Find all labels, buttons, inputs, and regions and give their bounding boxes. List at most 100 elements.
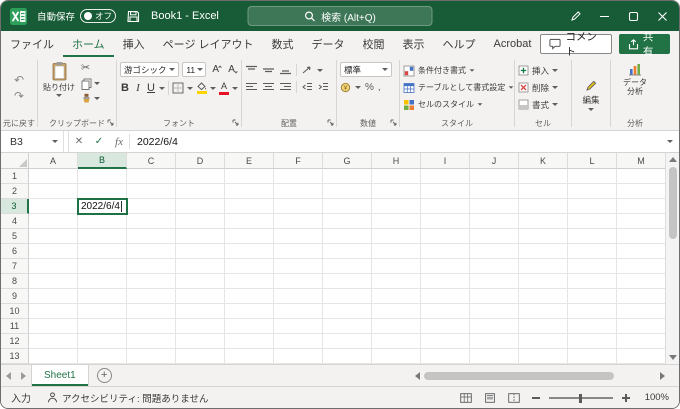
cell-G11[interactable] <box>323 319 372 334</box>
cell-A1[interactable] <box>29 169 78 184</box>
cell-C13[interactable] <box>127 349 176 364</box>
borders-button[interactable] <box>172 82 184 94</box>
cell-E11[interactable] <box>225 319 274 334</box>
cell-K12[interactable] <box>519 334 568 349</box>
cell-C6[interactable] <box>127 244 176 259</box>
cell-J8[interactable] <box>470 274 519 289</box>
minimize-button[interactable] <box>590 1 619 31</box>
row-header-1[interactable]: 1 <box>1 169 29 184</box>
cell-D12[interactable] <box>176 334 225 349</box>
cell-I2[interactable] <box>421 184 470 199</box>
new-sheet-button[interactable]: + <box>96 368 112 383</box>
cell-J2[interactable] <box>470 184 519 199</box>
paste-dropdown-icon[interactable] <box>56 94 62 97</box>
normal-view-button[interactable] <box>457 390 475 406</box>
align-center-button[interactable] <box>262 82 275 92</box>
cell-G8[interactable] <box>323 274 372 289</box>
cell-F4[interactable] <box>274 214 323 229</box>
cell-K13[interactable] <box>519 349 568 364</box>
search-input[interactable]: 検索 (Alt+Q) <box>247 6 433 26</box>
expand-formula-bar-button[interactable] <box>661 131 679 152</box>
scroll-up-icon[interactable] <box>668 157 677 162</box>
cell-F1[interactable] <box>274 169 323 184</box>
column-header-J[interactable]: J <box>470 153 519 169</box>
scroll-down-icon[interactable] <box>668 355 677 360</box>
italic-button[interactable]: I <box>133 82 143 94</box>
cell-B10[interactable] <box>78 304 127 319</box>
next-sheet-icon[interactable] <box>16 365 31 386</box>
cell-K4[interactable] <box>519 214 568 229</box>
cell-C9[interactable] <box>127 289 176 304</box>
cell-B8[interactable] <box>78 274 127 289</box>
cell-A8[interactable] <box>29 274 78 289</box>
vertical-scroll-thumb[interactable] <box>668 167 677 239</box>
comments-button[interactable]: コメント <box>540 31 612 58</box>
cell-G7[interactable] <box>323 259 372 274</box>
cell-G9[interactable] <box>323 289 372 304</box>
row-header-11[interactable]: 11 <box>1 319 29 334</box>
close-button[interactable] <box>648 1 677 31</box>
cell-styles-button[interactable]: セルのスタイル <box>403 97 511 112</box>
underline-button[interactable]: U <box>146 82 156 94</box>
zoom-slider-thumb[interactable] <box>579 393 582 403</box>
format-as-table-button[interactable]: テーブルとして書式設定 <box>403 80 514 95</box>
cell-L1[interactable] <box>568 169 617 184</box>
cell-E4[interactable] <box>225 214 274 229</box>
cell-K1[interactable] <box>519 169 568 184</box>
align-left-button[interactable] <box>245 82 258 92</box>
cell-F2[interactable] <box>274 184 323 199</box>
column-header-H[interactable]: H <box>372 153 421 169</box>
cell-C8[interactable] <box>127 274 176 289</box>
tab-ファイル[interactable]: ファイル <box>1 31 63 57</box>
cell-M11[interactable] <box>617 319 666 334</box>
cell-I6[interactable] <box>421 244 470 259</box>
cell-G6[interactable] <box>323 244 372 259</box>
cell-A9[interactable] <box>29 289 78 304</box>
horizontal-scrollbar[interactable] <box>415 368 665 384</box>
decrease-font-size-button[interactable]: A <box>225 64 239 75</box>
format-cells-button[interactable]: 書式 <box>518 97 568 112</box>
cell-A4[interactable] <box>29 214 78 229</box>
cell-J4[interactable] <box>470 214 519 229</box>
cell-F11[interactable] <box>274 319 323 334</box>
cell-J3[interactable] <box>470 199 519 214</box>
undo-icon[interactable]: ↶ <box>14 74 24 86</box>
cell-H6[interactable] <box>372 244 421 259</box>
cell-D2[interactable] <box>176 184 225 199</box>
align-right-button[interactable] <box>279 82 292 92</box>
cell-C10[interactable] <box>127 304 176 319</box>
cell-K6[interactable] <box>519 244 568 259</box>
data-analysis-button[interactable]: データ分析 <box>614 59 656 116</box>
cell-B3[interactable]: 2022/6/4 <box>77 198 128 215</box>
cell-E7[interactable] <box>225 259 274 274</box>
cell-J10[interactable] <box>470 304 519 319</box>
cell-F10[interactable] <box>274 304 323 319</box>
cell-H3[interactable] <box>372 199 421 214</box>
column-header-C[interactable]: C <box>127 153 176 169</box>
cell-I13[interactable] <box>421 349 470 364</box>
cell-A6[interactable] <box>29 244 78 259</box>
cell-I7[interactable] <box>421 259 470 274</box>
row-header-3[interactable]: 3 <box>1 199 29 214</box>
cell-E9[interactable] <box>225 289 274 304</box>
cell-I10[interactable] <box>421 304 470 319</box>
column-header-I[interactable]: I <box>421 153 470 169</box>
cell-G10[interactable] <box>323 304 372 319</box>
cell-C12[interactable] <box>127 334 176 349</box>
column-header-G[interactable]: G <box>323 153 372 169</box>
cell-G3[interactable] <box>323 199 372 214</box>
cell-F5[interactable] <box>274 229 323 244</box>
page-break-preview-button[interactable] <box>505 390 523 406</box>
cell-J5[interactable] <box>470 229 519 244</box>
row-header-10[interactable]: 10 <box>1 304 29 319</box>
row-header-2[interactable]: 2 <box>1 184 29 199</box>
cell-D10[interactable] <box>176 304 225 319</box>
cell-F13[interactable] <box>274 349 323 364</box>
cell-H5[interactable] <box>372 229 421 244</box>
number-format-select[interactable]: 標準 <box>340 62 392 77</box>
align-top-button[interactable] <box>245 65 258 75</box>
column-header-D[interactable]: D <box>176 153 225 169</box>
tab-ヘルプ[interactable]: ヘルプ <box>434 31 485 57</box>
cell-C1[interactable] <box>127 169 176 184</box>
format-painter-dropdown-icon[interactable] <box>94 97 100 100</box>
